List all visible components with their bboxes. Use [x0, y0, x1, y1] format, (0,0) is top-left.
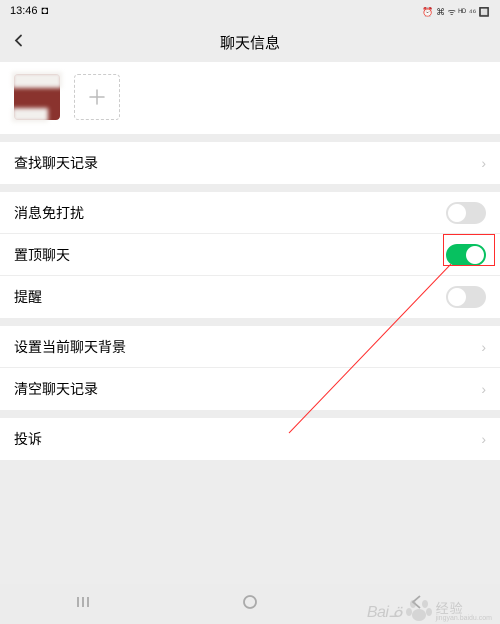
- label-clear: 清空聊天记录: [14, 379, 98, 399]
- label-sticky: 置顶聊天: [14, 245, 70, 265]
- toggle-sticky[interactable]: [446, 244, 486, 266]
- contact-avatar[interactable]: [14, 74, 60, 120]
- nav-home-icon[interactable]: [241, 593, 259, 616]
- row-complaint[interactable]: 投诉 ›: [0, 418, 500, 460]
- watermark: Baiᓆ 经验 jingyan.baidu.com: [367, 598, 492, 622]
- status-bar: 13:46 ◘ ⏰ ⌘ ᯤ ᴴᴰ ⁴⁶ 🔲: [0, 0, 500, 22]
- paw-icon: [405, 598, 433, 622]
- watermark-brand: Baiᓆ: [367, 602, 402, 622]
- row-background[interactable]: 设置当前聊天背景 ›: [0, 326, 500, 368]
- nav-recent-icon[interactable]: [74, 593, 92, 616]
- member-area: [0, 62, 500, 134]
- chevron-icon: ›: [481, 339, 486, 355]
- chevron-icon: ›: [481, 381, 486, 397]
- label-mute: 消息免打扰: [14, 203, 84, 223]
- toggle-remind[interactable]: [446, 286, 486, 308]
- status-right-icons: ⏰ ⌘ ᯤ ᴴᴰ ⁴⁶ 🔲: [422, 5, 490, 18]
- watermark-en: jingyan.baidu.com: [436, 615, 492, 622]
- label-complaint: 投诉: [14, 429, 42, 449]
- chevron-icon: ›: [481, 155, 486, 171]
- label-search-history: 查找聊天记录: [14, 153, 98, 173]
- back-icon[interactable]: [12, 32, 26, 53]
- label-remind: 提醒: [14, 287, 42, 307]
- row-search-history[interactable]: 查找聊天记录 ›: [0, 142, 500, 184]
- chevron-icon: ›: [481, 431, 486, 447]
- label-background: 设置当前聊天背景: [14, 337, 126, 357]
- row-mute: 消息免打扰: [0, 192, 500, 234]
- row-clear[interactable]: 清空聊天记录 ›: [0, 368, 500, 410]
- page-title: 聊天信息: [220, 32, 280, 53]
- status-time: 13:46: [10, 5, 38, 17]
- watermark-cn: 经验: [436, 602, 492, 615]
- status-notif-icon: ◘: [42, 5, 49, 17]
- add-member-button[interactable]: [74, 74, 120, 120]
- header: 聊天信息: [0, 22, 500, 62]
- row-sticky: 置顶聊天: [0, 234, 500, 276]
- row-remind: 提醒: [0, 276, 500, 318]
- toggle-mute[interactable]: [446, 202, 486, 224]
